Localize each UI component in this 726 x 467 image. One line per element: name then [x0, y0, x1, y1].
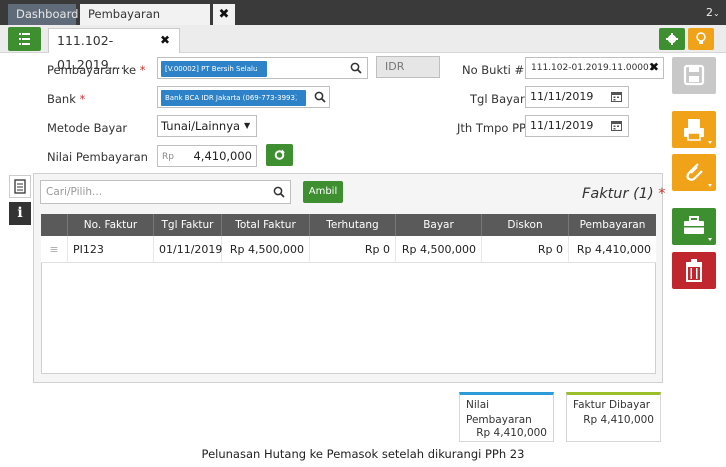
print-icon	[684, 119, 712, 144]
no-bukti-label-text: No Bukti #	[462, 63, 525, 77]
summary-faktur-dibayar: Faktur Dibayar Rp 4,410,000	[566, 392, 661, 442]
calendar-icon[interactable]	[611, 91, 622, 102]
currency-value: IDR	[385, 60, 405, 73]
dropdown-arrow-icon[interactable]: ▼	[244, 121, 250, 130]
recalculate-button[interactable]	[266, 144, 293, 166]
calendar-icon[interactable]	[611, 120, 622, 131]
summary-nilai-value: Rp 4,410,000	[476, 427, 547, 439]
summary-nilai-pembayaran: Nilai Pembayaran Rp 4,410,000	[459, 392, 554, 442]
table-cell-diskon[interactable]: Rp 0	[482, 236, 569, 263]
summary-faktur-label: Faktur Dibayar	[573, 399, 651, 411]
grid-header-total-faktur[interactable]: Total Faktur	[222, 214, 310, 236]
open-tabs-count: 2	[706, 6, 713, 19]
required-mark: *	[139, 63, 146, 77]
grid-header-handle	[41, 214, 68, 236]
search-icon[interactable]	[314, 91, 326, 103]
tab-pembayaran-pembelian[interactable]: Pembayaran Pembelian	[80, 4, 210, 42]
grid-header-no-faktur[interactable]: No. Faktur	[68, 214, 154, 236]
figure-caption: Pelunasan Hutang ke Pemasok setelah diku…	[201, 447, 525, 461]
search-icon[interactable]	[273, 186, 285, 198]
pembayaran-ke-label-text: Pembayaran ke	[47, 63, 137, 77]
nilai-pembayaran-label: Nilai Pembayaran	[47, 150, 148, 164]
info-side-tab[interactable]: i	[9, 202, 31, 225]
required-mark: *	[658, 186, 666, 202]
grid-header-terhutang[interactable]: Terhutang	[310, 214, 396, 236]
attachment-button[interactable]	[672, 154, 716, 191]
gear-icon	[666, 33, 678, 45]
required-mark: *	[79, 92, 86, 106]
delete-button[interactable]	[672, 252, 716, 289]
faktur-title: Faktur (1) *	[582, 186, 665, 202]
refresh-icon	[274, 149, 285, 160]
table-cell-no-faktur[interactable]: PI123	[68, 236, 154, 263]
bulb-icon	[696, 32, 706, 44]
summary-nilai-label-2: Pembayaran	[466, 414, 532, 426]
bank-chip: Bank BCA IDR Jakarta (069-773-3993)	[161, 90, 306, 106]
trash-icon	[686, 259, 702, 282]
list-button[interactable]	[8, 27, 41, 51]
settings-button[interactable]	[659, 28, 685, 50]
bank-label: Bank *	[47, 92, 85, 106]
table-cell-tgl-faktur: 01/11/2019	[154, 236, 222, 263]
no-bukti-value: 111.102-01.2019.11.00001	[531, 63, 655, 73]
currency-field: IDR	[376, 56, 440, 78]
metode-bayar-label: Metode Bayar	[47, 121, 128, 135]
remove-bank-icon[interactable]: ✖	[293, 89, 304, 104]
save-icon	[683, 64, 705, 86]
grid-header-diskon[interactable]: Diskon	[482, 214, 569, 236]
nilai-pembayaran-value: 4,410,000	[193, 149, 252, 163]
clear-no-bukti-icon[interactable]: ✖	[649, 60, 659, 74]
faktur-title-text: Faktur (1)	[582, 186, 654, 202]
search-icon[interactable]	[350, 62, 362, 74]
nilai-currency-prefix: Rp	[162, 152, 174, 162]
jth-tmpo-pph-label: Jth Tmpo PPh	[457, 121, 534, 135]
vendor-chip-text: [V.00002] PT Bersih Selalu	[165, 65, 258, 73]
pembayaran-ke-label: Pembayaran ke *	[47, 63, 145, 77]
remove-vendor-icon[interactable]: ✖	[255, 60, 266, 75]
tab-dashboard[interactable]: Dashboard	[8, 4, 78, 25]
attach-icon	[686, 163, 712, 187]
summary-nilai-label-1: Nilai	[466, 399, 490, 411]
print-button[interactable]	[672, 111, 716, 148]
info-icon: i	[17, 205, 23, 221]
close-tab-icon[interactable]: ✖	[213, 4, 235, 25]
bank-chip-text: Bank BCA IDR Jakarta (069-773-3993)	[165, 94, 298, 102]
metode-bayar-value: Tunai/Lainnya	[161, 119, 241, 133]
table-cell-bayar[interactable]: Rp 4,500,000	[396, 236, 482, 263]
grid-header-pembayaran[interactable]: Pembayaran	[569, 214, 656, 236]
jth-tmpo-pph-value: 11/11/2019	[530, 119, 594, 132]
bank-label-text: Bank	[47, 92, 76, 106]
briefcase-icon	[684, 216, 712, 241]
more-actions-button[interactable]	[672, 208, 716, 245]
list-icon	[19, 33, 30, 45]
summary-faktur-value: Rp 4,410,000	[583, 414, 654, 426]
document-icon	[14, 179, 26, 194]
tgl-bayar-value: 11/11/2019	[530, 90, 594, 103]
grid-header-bayar[interactable]: Bayar	[396, 214, 482, 236]
table-cell-total-faktur: Rp 4,500,000	[222, 236, 310, 263]
invoice-search-placeholder: Cari/Pilih...	[46, 186, 103, 198]
ambil-button[interactable]: Ambil	[303, 181, 343, 203]
tgl-bayar-label-text: Tgl Bayar	[470, 92, 525, 106]
no-bukti-label: No Bukti # *	[462, 63, 534, 77]
detail-side-tab[interactable]	[9, 175, 31, 198]
close-document-icon[interactable]: ✖	[160, 28, 176, 52]
drag-handle-icon[interactable]: ≡	[41, 236, 68, 263]
table-cell-pembayaran[interactable]: Rp 4,410,000	[569, 236, 656, 263]
save-button[interactable]	[672, 57, 716, 94]
vendor-chip: [V.00002] PT Bersih Selalu	[161, 61, 267, 77]
grid-header-tgl-faktur[interactable]: Tgl Faktur	[154, 214, 222, 236]
no-bukti-field[interactable]: 111.102-01.2019.11.00001	[525, 57, 664, 79]
open-tabs-counter[interactable]: 2⌄	[706, 6, 720, 19]
metode-bayar-select[interactable]: Tunai/Lainnya	[157, 115, 257, 137]
tips-button[interactable]	[688, 28, 714, 50]
chevron-down-icon: ⌄	[713, 9, 720, 18]
table-cell-terhutang: Rp 0	[310, 236, 396, 263]
